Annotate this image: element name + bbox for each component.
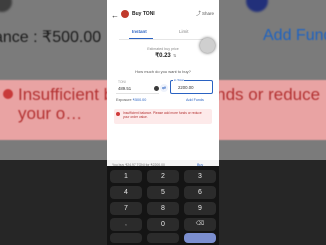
add-funds-link[interactable]: Add Funds	[186, 98, 204, 102]
key-blank-mid[interactable]	[147, 233, 179, 243]
error-icon	[116, 112, 120, 116]
floating-touch-indicator	[200, 38, 215, 53]
refresh-icon[interactable]: ⇅	[173, 53, 176, 58]
backspace-icon[interactable]: ⌫	[184, 218, 216, 231]
key-0[interactable]: 0	[147, 218, 179, 231]
total-value: 2200.00	[178, 85, 194, 90]
order-type-tabs: Instant Limit	[119, 27, 207, 40]
quantity-value: 489.51	[118, 86, 132, 91]
key-1[interactable]: 1	[110, 170, 142, 183]
total-field[interactable]: in Total 2200.00	[170, 78, 213, 94]
key-comma[interactable]: ,	[110, 218, 142, 231]
tabs-divider	[119, 39, 207, 40]
quantity-field[interactable]: TONI 489.51	[116, 80, 159, 94]
exposure-row: Exposure ₹500.00	[116, 98, 146, 102]
background-blob	[246, 0, 268, 12]
swap-icon[interactable]: ⇄	[160, 84, 168, 92]
key-blank-left[interactable]	[110, 233, 142, 243]
share-button[interactable]: Share	[202, 11, 214, 16]
arrow-left-icon[interactable]: ←	[111, 11, 119, 20]
key-done[interactable]	[184, 233, 216, 243]
alert-message: Insufficient balance. Please add more fu…	[123, 111, 202, 120]
touch-point-icon	[154, 86, 159, 91]
exposure-label: Exposure	[116, 98, 132, 102]
key-8[interactable]: 8	[147, 202, 179, 215]
background-add-funds-text: Add Funds	[263, 27, 326, 44]
quantity-caption: TONI	[118, 80, 126, 84]
tab-instant[interactable]: Instant	[132, 29, 147, 34]
key-7[interactable]: 7	[110, 202, 142, 215]
key-3[interactable]: 3	[184, 170, 216, 183]
amount-question: How much do you want to buy?	[135, 69, 191, 74]
key-6[interactable]: 6	[184, 186, 216, 199]
background-error-icon	[3, 89, 13, 99]
exposure-value: ₹500.00	[132, 98, 147, 102]
key-9[interactable]: 9	[184, 202, 216, 215]
phone-screen: ← Buy TONI ⤴ Share Instant Limit Estimat…	[107, 0, 219, 245]
total-caption: in Total	[173, 78, 185, 82]
tab-limit[interactable]: Limit	[179, 29, 189, 34]
background-blob	[0, 0, 12, 12]
coin-logo-icon	[121, 10, 129, 18]
insufficient-balance-alert: Insufficient balance. Please add more fu…	[114, 109, 212, 124]
background-balance-text: ance : ₹500.00	[0, 29, 102, 46]
share-icon[interactable]: ⤴	[196, 10, 201, 17]
key-5[interactable]: 5	[147, 186, 179, 199]
page-title: Buy TONI	[132, 11, 155, 17]
price-value: ₹0.23	[155, 53, 171, 59]
key-4[interactable]: 4	[110, 186, 142, 199]
key-2[interactable]: 2	[147, 170, 179, 183]
numeric-keypad: 1 2 3 4 5 6 7 8 9 , 0 ⌫	[107, 166, 219, 245]
screen: ance : ₹500.00 Add Funds Insufficient ba…	[0, 0, 326, 245]
